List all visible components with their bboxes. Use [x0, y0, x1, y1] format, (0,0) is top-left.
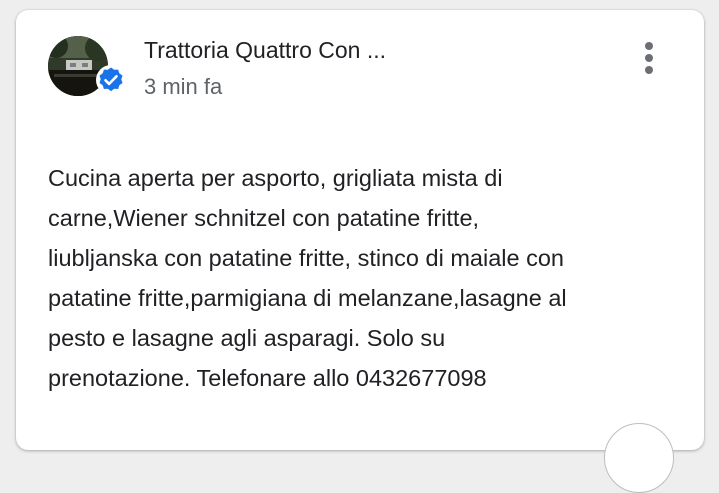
reaction-button[interactable] — [604, 423, 674, 493]
author-name[interactable]: Trattoria Quattro Con ... — [144, 37, 386, 64]
post-card: Trattoria Quattro Con ... 3 min fa Cucin… — [16, 10, 704, 493]
post-body-line: prenotazione. Telefonare allo 0432677098 — [48, 365, 487, 391]
dot — [645, 42, 653, 50]
post-body-line: patatine fritte,parmigiana di melanzane,… — [48, 285, 567, 311]
dot — [645, 66, 653, 74]
more-vert-icon[interactable] — [634, 38, 664, 78]
post-body: Cucina aperta per asporto, grigliata mis… — [48, 158, 688, 398]
post-body-line: liubljanska con patatine fritte, stinco … — [48, 245, 564, 271]
post-timestamp: 3 min fa — [144, 74, 223, 99]
dot — [645, 54, 653, 62]
verified-badge-icon — [96, 65, 126, 95]
post-body-line: Cucina aperta per asporto, grigliata mis… — [48, 165, 503, 191]
post-body-line: carne,Wiener schnitzel con patatine frit… — [48, 205, 480, 231]
post-body-line: pesto e lasagne agli asparagi. Solo su — [48, 325, 446, 351]
